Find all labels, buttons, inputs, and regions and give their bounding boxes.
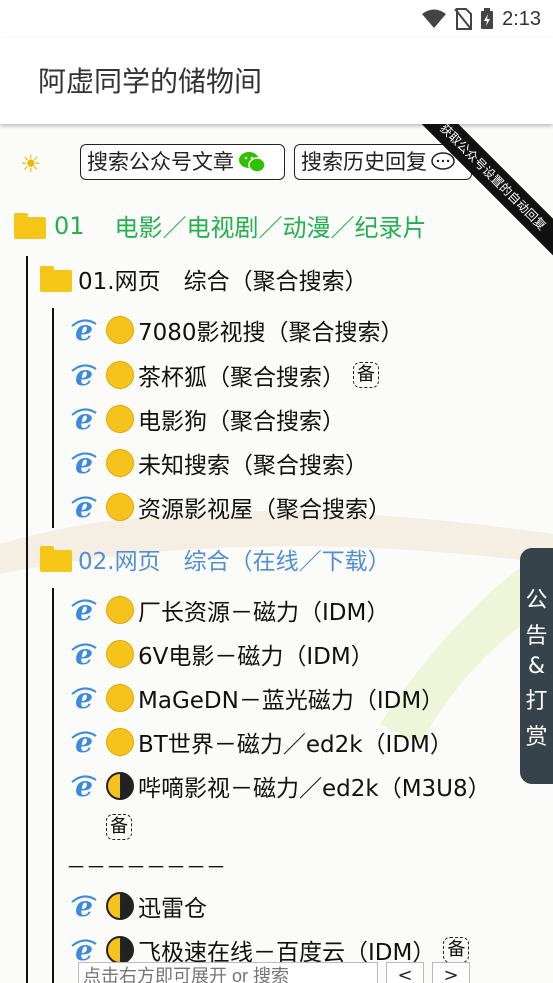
ie-browser-icon: e xyxy=(71,728,97,756)
ie-browser-icon: e xyxy=(71,493,97,521)
folder-icon xyxy=(40,266,72,292)
status-time: 2:13 xyxy=(502,7,541,30)
app-bar: 阿虚同学的储物间 xyxy=(0,38,553,124)
tree-line xyxy=(52,308,54,528)
search-history-button[interactable]: 搜索历史回复 xyxy=(294,144,472,180)
list-item[interactable]: e 茶杯狐（聚合搜索） 备 xyxy=(70,358,379,392)
status-dot xyxy=(106,493,134,521)
list-item[interactable]: e 7080影视搜（聚合搜索） xyxy=(70,313,404,347)
status-dot-half xyxy=(106,936,134,964)
category-title: 电影／电视剧／动漫／纪录片 xyxy=(114,214,427,242)
backup-badge[interactable]: 备 xyxy=(443,937,470,963)
section-title: 01.网页 综合（聚合搜索） xyxy=(78,269,368,295)
backup-row: 备 xyxy=(98,814,132,840)
announcement-donate-tab[interactable]: 公 告 & 打 赏 xyxy=(520,548,553,784)
divider: －－－－－－－－ xyxy=(66,855,226,879)
search-articles-button[interactable]: 搜索公众号文章 xyxy=(80,144,285,180)
backup-badge[interactable]: 备 xyxy=(106,814,132,840)
category-number: 01 xyxy=(54,211,85,240)
list-item[interactable]: e 未知搜索（聚合搜索） xyxy=(70,446,368,480)
section-title: 02.网页 综合（在线／下载） xyxy=(78,549,391,575)
section-header-02[interactable]: 02.网页 综合（在线／下载） xyxy=(40,542,391,576)
status-bar: 2:13 xyxy=(0,0,553,38)
category-header[interactable]: 01 电影／电视剧／动漫／纪录片 xyxy=(14,208,427,243)
status-dot-half xyxy=(106,772,134,800)
status-dot xyxy=(106,361,134,389)
status-dot xyxy=(106,684,134,712)
status-dot xyxy=(106,405,134,433)
ie-browser-icon: e xyxy=(71,596,97,624)
content-area[interactable]: ☀ 搜索公众号文章 搜索历史回复 获取公众号设置的自动回复 01 电影／电视剧／… xyxy=(0,124,553,983)
ie-browser-icon: e xyxy=(71,405,97,433)
status-dot xyxy=(106,449,134,477)
search-input[interactable] xyxy=(78,962,378,983)
ie-browser-icon: e xyxy=(71,684,97,712)
ie-browser-icon: e xyxy=(71,449,97,477)
section-header-01[interactable]: 01.网页 综合（聚合搜索） xyxy=(40,262,368,296)
status-dot xyxy=(106,728,134,756)
list-item[interactable]: e 哔嘀影视－磁力／ed2k（M3U8） xyxy=(70,769,491,803)
folder-icon xyxy=(40,546,72,572)
backup-badge[interactable]: 备 xyxy=(353,362,379,388)
page-title: 阿虚同学的储物间 xyxy=(38,65,263,98)
wifi-icon xyxy=(422,9,447,28)
tree-line xyxy=(52,588,54,983)
ie-browser-icon: e xyxy=(71,361,97,389)
battery-charging-icon xyxy=(481,8,494,29)
status-dot-half xyxy=(106,892,134,920)
status-dot xyxy=(106,596,134,624)
list-item[interactable]: e 资源影视屋（聚合搜索） xyxy=(70,490,391,524)
sun-icon[interactable]: ☀ xyxy=(20,150,42,178)
status-dot xyxy=(106,640,134,668)
list-item[interactable]: e BT世界－磁力／ed2k（IDM） xyxy=(70,725,453,759)
bottom-search-bar: < > xyxy=(78,962,470,983)
folder-icon xyxy=(14,212,46,239)
wechat-icon xyxy=(239,152,266,173)
list-item[interactable]: e 厂长资源－磁力（IDM） xyxy=(70,593,389,627)
list-item[interactable]: e 迅雷仓 xyxy=(70,889,207,923)
ie-browser-icon: e xyxy=(71,640,97,668)
ie-browser-icon: e xyxy=(71,936,97,964)
ie-browser-icon: e xyxy=(71,892,97,920)
list-item[interactable]: e 6V电影－磁力（IDM） xyxy=(70,637,374,671)
ie-browser-icon: e xyxy=(71,772,97,800)
ie-browser-icon: e xyxy=(71,316,97,344)
next-button[interactable]: > xyxy=(432,962,470,983)
prev-button[interactable]: < xyxy=(386,962,424,983)
status-dot xyxy=(106,316,134,344)
list-item[interactable]: e MaGeDN－蓝光磁力（IDM） xyxy=(70,681,444,715)
no-sim-icon xyxy=(454,8,473,30)
tree-line xyxy=(26,256,28,983)
list-item[interactable]: e 电影狗（聚合搜索） xyxy=(70,402,345,436)
